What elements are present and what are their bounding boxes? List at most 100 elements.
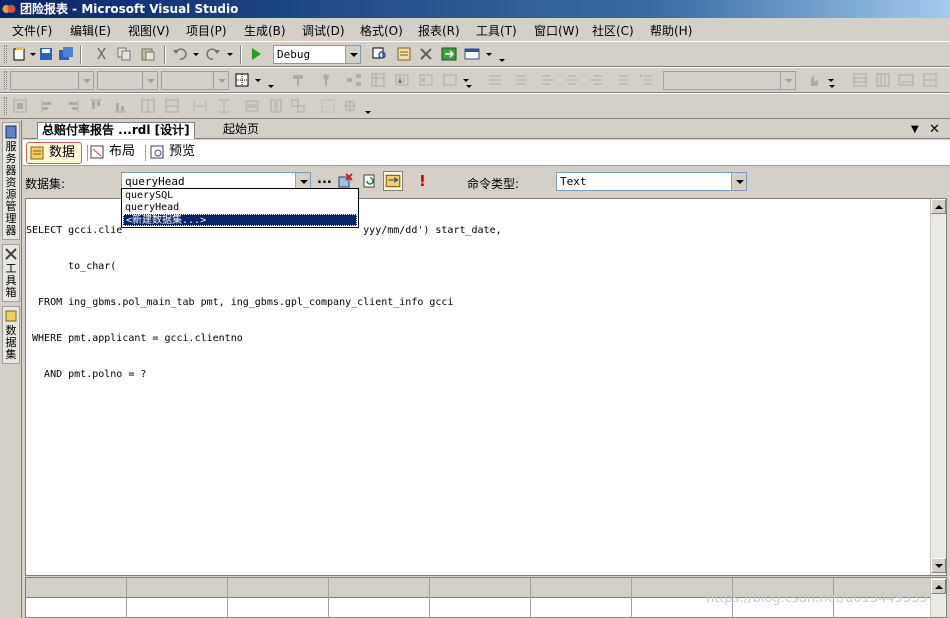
sql-icon[interactable] [898, 72, 914, 88]
redo-icon[interactable] [205, 46, 221, 62]
align-left-icon[interactable] [540, 72, 556, 88]
menu-edit[interactable]: 编辑(E) [70, 22, 111, 39]
report-grid-icon[interactable] [852, 72, 868, 88]
expression-icon[interactable] [318, 72, 334, 88]
menu-view[interactable]: 视图(V) [128, 22, 170, 39]
hand-icon[interactable] [806, 72, 822, 88]
start-debugging-icon[interactable] [248, 46, 264, 62]
editor-scrollbar[interactable] [930, 199, 946, 575]
toolbar-overflow-button[interactable] [464, 80, 474, 92]
properties-icon[interactable] [396, 46, 412, 62]
tools-icon[interactable] [418, 46, 434, 62]
toolbar-grip[interactable] [4, 45, 7, 63]
copy-icon[interactable] [116, 46, 132, 62]
scroll-down-button[interactable] [931, 558, 946, 573]
dataset-option[interactable]: querySQL [123, 190, 357, 202]
grid-column[interactable] [127, 578, 228, 618]
menu-window[interactable]: 窗口(W) [534, 22, 579, 39]
dataset-option[interactable]: queryHead [123, 202, 357, 214]
align-bottoms-icon[interactable] [112, 98, 128, 114]
textbox-ab-icon[interactable] [394, 72, 410, 88]
save-icon[interactable] [38, 46, 54, 62]
indent-left-icon[interactable] [487, 72, 503, 88]
new-dropdown-arrow[interactable] [30, 53, 36, 56]
horizontal-spacing-icon[interactable] [244, 98, 260, 114]
report-table-icon[interactable] [875, 72, 891, 88]
group-icon[interactable] [346, 72, 362, 88]
align-center-icon[interactable] [564, 72, 580, 88]
borders-dropdown-arrow[interactable] [255, 79, 261, 82]
edit-dataset-button[interactable]: ... [317, 172, 332, 187]
undo-dropdown-arrow[interactable] [193, 53, 199, 56]
new-project-icon[interactable] [12, 46, 28, 62]
run-query-icon[interactable]: ! [419, 172, 426, 190]
style-select[interactable] [663, 71, 796, 90]
grid-column[interactable] [430, 578, 531, 618]
object-browser-icon[interactable] [441, 46, 457, 62]
grid-column[interactable] [26, 578, 127, 618]
vertical-spacing-icon[interactable] [268, 98, 284, 114]
find-icon[interactable] [372, 46, 388, 62]
send-to-back-icon[interactable] [342, 98, 358, 114]
align-lefts-icon[interactable] [40, 98, 56, 114]
tab-start-page[interactable]: 起始页 [219, 122, 263, 139]
tab-toolbox[interactable]: 工具箱 [2, 244, 20, 302]
window-layout-icon[interactable] [464, 46, 480, 62]
font-name-select[interactable] [10, 71, 94, 90]
dataset-option-new[interactable]: <新建数据集...> [123, 214, 357, 226]
group-items-icon[interactable] [290, 98, 306, 114]
menu-help[interactable]: 帮助(H) [650, 22, 692, 39]
bulleted-list-icon[interactable] [638, 72, 654, 88]
same-height-icon[interactable] [216, 98, 232, 114]
borders-icon[interactable] [234, 72, 250, 88]
scroll-up-button[interactable] [931, 579, 946, 594]
query-editor[interactable]: SELECT gcci.clie yyy/mm/dd') start_date,… [25, 198, 947, 576]
refresh-fields-icon[interactable] [361, 173, 377, 189]
tab-data[interactable]: 数据 [26, 142, 83, 164]
report-list-icon[interactable] [922, 72, 938, 88]
toolbar-grip[interactable] [4, 97, 7, 115]
delete-dataset-icon[interactable] [337, 173, 353, 189]
tab-layout[interactable]: 布局 [87, 142, 141, 164]
menu-build[interactable]: 生成(B) [244, 22, 286, 39]
window-list-icon[interactable]: ▼ [911, 124, 919, 135]
format-painter-icon[interactable] [290, 72, 306, 88]
redo-dropdown-arrow[interactable] [227, 53, 233, 56]
center-vertically-icon[interactable] [164, 98, 180, 114]
undo-icon[interactable] [172, 46, 188, 62]
menu-report[interactable]: 报表(R) [418, 22, 460, 39]
align-rights-icon[interactable] [64, 98, 80, 114]
close-icon[interactable]: ✕ [929, 122, 940, 137]
grid-column[interactable] [329, 578, 430, 618]
grid-column[interactable] [228, 578, 329, 618]
font-size-select[interactable] [97, 71, 158, 90]
menu-tools[interactable]: 工具(T) [476, 22, 517, 39]
menu-debug[interactable]: 调试(D) [302, 22, 345, 39]
menu-format[interactable]: 格式(O) [360, 22, 403, 39]
same-width-icon[interactable] [192, 98, 208, 114]
toolbar-overflow-button[interactable] [497, 54, 507, 66]
tab-preview[interactable]: 预览 [147, 142, 201, 164]
center-horizontally-icon[interactable] [140, 98, 156, 114]
font-style-select[interactable] [161, 71, 229, 90]
toolbar-overflow-button[interactable] [266, 80, 276, 92]
toolbar-overflow-button[interactable] [827, 80, 837, 92]
generic-query-designer-icon[interactable] [383, 171, 403, 191]
menu-file[interactable]: 文件(F) [12, 22, 52, 39]
indent-right-icon[interactable] [512, 72, 528, 88]
command-type-select[interactable]: Text [556, 172, 747, 191]
numbered-list-icon[interactable] [614, 72, 630, 88]
window-dropdown-arrow[interactable] [486, 53, 492, 56]
save-all-icon[interactable] [58, 46, 74, 62]
cut-icon[interactable] [94, 46, 110, 62]
tab-datasets[interactable]: 数据集 [2, 306, 20, 364]
toolbar-grip[interactable] [4, 71, 7, 89]
tab-server-explorer[interactable]: 服务器资源管理器 [2, 122, 20, 240]
table-icon[interactable] [370, 72, 386, 88]
xml-icon[interactable] [418, 72, 434, 88]
align-tops-icon[interactable] [88, 98, 104, 114]
grid-scrollbar[interactable] [930, 578, 946, 617]
toolbar-overflow-button[interactable] [363, 106, 373, 118]
menu-community[interactable]: 社区(C) [592, 22, 634, 39]
menu-project[interactable]: 项目(P) [186, 22, 227, 39]
